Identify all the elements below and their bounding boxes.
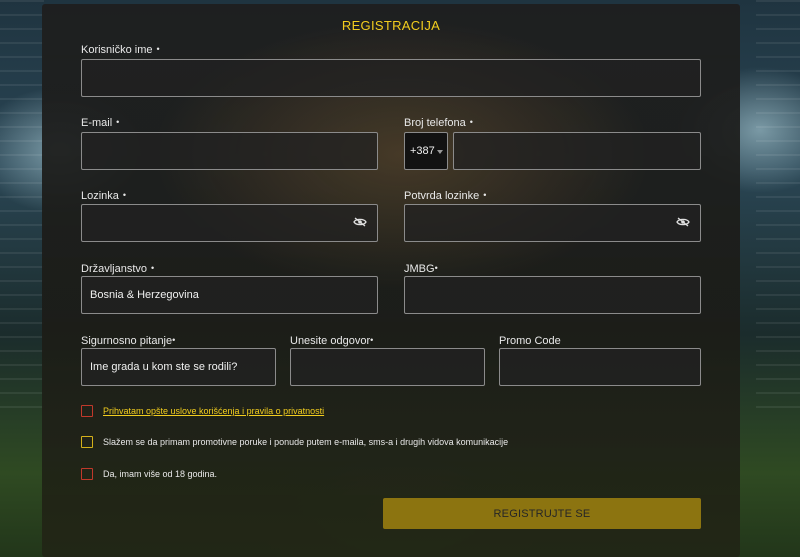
username-label-text: Korisničko ime [81, 44, 153, 56]
required-mark: • [469, 117, 473, 127]
terms-link[interactable]: Prihvatam opšte uslove korišćenja i prav… [103, 406, 324, 416]
password-input[interactable] [81, 204, 378, 242]
age-label: Da, imam više od 18 godina. [103, 469, 218, 479]
promo-label: Promo Code [499, 335, 561, 347]
password-confirm-label: Potvrda lozinke • [404, 190, 486, 202]
answer-label: Unesite odgovor• [290, 335, 373, 347]
terms-checkbox[interactable] [81, 405, 93, 417]
citizenship-label-text: Državljanstvo [81, 263, 148, 275]
jmbg-label-text: JMBG [404, 263, 435, 275]
terms-checkbox-row[interactable]: Prihvatam opšte uslove korišćenja i prav… [81, 405, 324, 417]
password-confirm-input[interactable] [404, 204, 701, 242]
required-mark: • [172, 335, 176, 345]
eye-slash-icon[interactable] [353, 217, 367, 227]
email-input[interactable] [81, 132, 378, 170]
answer-label-text: Unesite odgovor [290, 335, 371, 347]
register-button[interactable]: REGISTRUJTE SE [383, 498, 701, 529]
age-checkbox-row[interactable]: Da, imam više od 18 godina. [81, 468, 217, 480]
promo-consent-label: Slažem se da primam promotivne poruke i … [103, 437, 509, 447]
phone-prefix-value: +387 [410, 145, 435, 157]
email-label: E-mail • [81, 117, 119, 129]
jmbg-label: JMBG• [404, 263, 438, 275]
phone-label: Broj telefona • [404, 117, 473, 129]
password-confirm-label-text: Potvrda lozinke [404, 190, 480, 202]
required-mark: • [434, 263, 438, 273]
citizenship-label: Državljanstvo • [81, 263, 154, 275]
form-title: REGISTRACIJA [341, 18, 441, 33]
username-label: Korisničko ime • [81, 44, 160, 56]
promo-consent-checkbox[interactable] [81, 436, 93, 448]
required-mark: • [156, 44, 160, 54]
email-label-text: E-mail [81, 117, 113, 129]
citizenship-select[interactable]: Bosnia & Herzegovina [81, 276, 378, 314]
eye-slash-icon[interactable] [676, 217, 690, 227]
required-mark: • [370, 335, 374, 345]
security-question-select[interactable]: Ime grada u kom ste se rodili? [81, 348, 276, 386]
security-question-label-text: Sigurnosno pitanje [81, 335, 173, 347]
age-checkbox[interactable] [81, 468, 93, 480]
phone-input[interactable] [453, 132, 701, 170]
registration-panel: REGISTRACIJA Korisničko ime • E-mail • Bro… [42, 4, 740, 557]
answer-input[interactable] [290, 348, 485, 386]
password-label: Lozinka • [81, 190, 126, 202]
promo-consent-checkbox-row[interactable]: Slažem se da primam promotivne poruke i … [81, 436, 508, 448]
phone-label-text: Broj telefona [404, 117, 466, 129]
required-mark: • [151, 263, 155, 273]
password-label-text: Lozinka [81, 190, 119, 202]
jmbg-input[interactable] [404, 276, 701, 314]
username-input[interactable] [81, 59, 701, 97]
promo-code-input[interactable] [499, 348, 701, 386]
required-mark: • [483, 190, 487, 200]
chevron-down-icon [437, 150, 443, 154]
security-question-label: Sigurnosno pitanje• [81, 335, 175, 347]
required-mark: • [122, 190, 127, 200]
phone-prefix-select[interactable]: +387 [404, 132, 448, 170]
required-mark: • [116, 117, 120, 127]
